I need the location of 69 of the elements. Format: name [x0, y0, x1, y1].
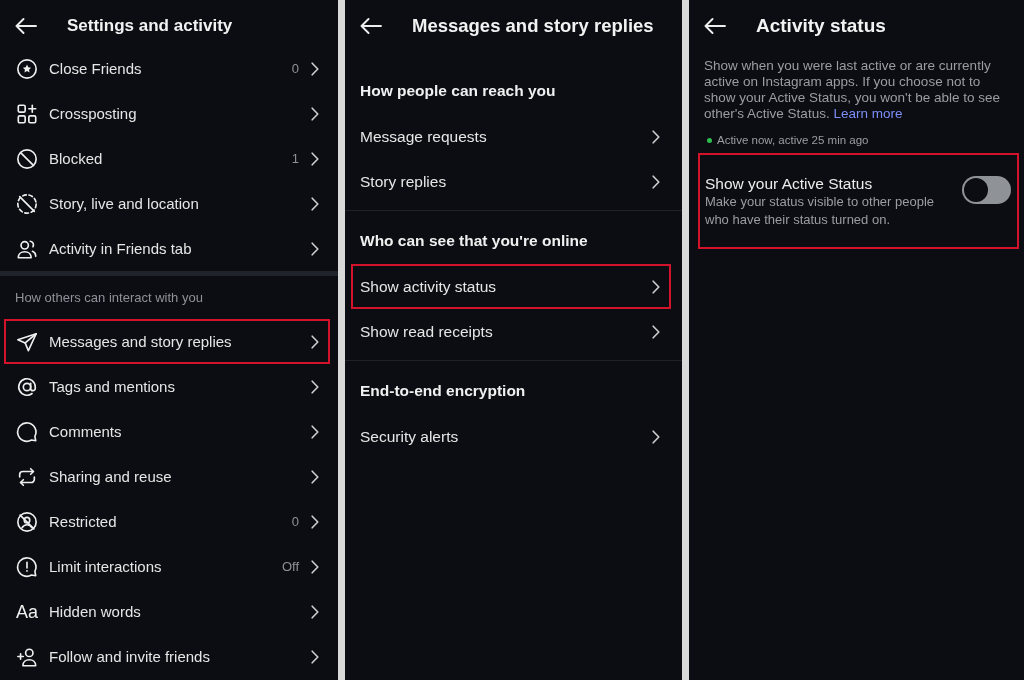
page-title: Activity status: [756, 15, 886, 37]
learn-more-link[interactable]: Learn more: [833, 106, 903, 121]
star-circle-icon: [16, 57, 38, 80]
chevron-right-icon: [311, 151, 319, 166]
chevron-right-icon: [311, 604, 319, 619]
value-text: Off: [281, 559, 299, 574]
chevron-right-icon: [652, 429, 660, 444]
section-heading: Who can see that you're online: [359, 231, 589, 251]
font-style-icon: Aa: [16, 600, 39, 623]
chevron-right-icon: [311, 61, 319, 76]
menu-item[interactable]: Security alerts: [351, 414, 671, 459]
back-icon[interactable]: [704, 18, 726, 34]
back-icon[interactable]: [360, 18, 382, 34]
menu-item[interactable]: Message requests: [351, 114, 671, 159]
menu-item[interactable]: Tags and mentions: [4, 364, 330, 409]
menu-item[interactable]: Limit interactions Off: [4, 544, 330, 589]
dashed-circle-slash-icon: [16, 192, 38, 215]
chevron-right-icon: [311, 559, 319, 574]
restricted-icon: [16, 510, 38, 533]
add-person-icon: [16, 645, 38, 668]
blocked-icon: [16, 147, 38, 170]
chevron-right-icon: [311, 196, 319, 211]
menu-item[interactable]: Story, live and location: [4, 181, 330, 226]
menu-item[interactable]: Crossposting: [4, 91, 330, 136]
paper-plane-icon: [16, 330, 38, 353]
menu-item[interactable]: Show activity status: [351, 264, 671, 309]
speech-bubble-icon: [16, 420, 38, 443]
section-heading: End-to-end encryption: [359, 381, 527, 401]
chevron-right-icon: [652, 279, 660, 294]
chevron-right-icon: [311, 469, 319, 484]
chevron-right-icon: [652, 129, 660, 144]
menu-item[interactable]: Blocked 1: [4, 136, 330, 181]
setting-title: Show your Active Status: [705, 175, 874, 193]
chevron-right-icon: [311, 241, 319, 256]
chevron-right-icon: [311, 379, 319, 394]
chevron-right-icon: [311, 514, 319, 529]
page-title: Messages and story replies: [412, 15, 654, 37]
at-sign-icon: [16, 375, 38, 398]
section-heading: How people can reach you: [359, 81, 557, 101]
menu-item[interactable]: Close Friends 0: [4, 46, 330, 91]
back-icon[interactable]: [15, 18, 37, 34]
alert-bubble-icon: [16, 555, 38, 578]
menu-item[interactable]: Comments: [4, 409, 330, 454]
chevron-right-icon: [652, 174, 660, 189]
value-text: 0: [291, 61, 299, 76]
toggle-switch[interactable]: [962, 176, 1011, 204]
chevron-right-icon: [311, 334, 319, 349]
chevron-right-icon: [311, 424, 319, 439]
menu-item[interactable]: Aa Hidden words: [4, 589, 330, 634]
value-text: 1: [291, 151, 299, 166]
menu-item[interactable]: Restricted 0: [4, 499, 330, 544]
chevron-right-icon: [311, 106, 319, 121]
chevron-right-icon: [652, 324, 660, 339]
menu-item[interactable]: Show read receipts: [351, 309, 671, 354]
setting-description: Make your status visible to other people who have their status turned on.: [705, 193, 936, 229]
people-icon: [16, 237, 38, 260]
description-text: Show when you were last active or are currently active on Instagram apps. If you choose not to show your Active Status, you won't be able to see other's Active Status. Learn more: [704, 58, 1001, 122]
page-title: Settings and activity: [67, 16, 233, 36]
menu-item[interactable]: Sharing and reuse: [4, 454, 330, 499]
menu-item[interactable]: Follow and invite friends: [4, 634, 330, 679]
menu-item[interactable]: Activity in Friends tab: [4, 226, 330, 271]
section-heading: How others can interact with you: [14, 289, 204, 307]
grid-plus-icon: [16, 102, 38, 125]
chevron-right-icon: [311, 649, 319, 664]
value-text: 0: [291, 514, 299, 529]
menu-item[interactable]: Story replies: [351, 159, 671, 204]
repeat-arrows-icon: [16, 465, 38, 488]
status-text: Active now, active 25 min ago: [717, 134, 869, 146]
menu-item[interactable]: Messages and story replies: [4, 319, 330, 364]
